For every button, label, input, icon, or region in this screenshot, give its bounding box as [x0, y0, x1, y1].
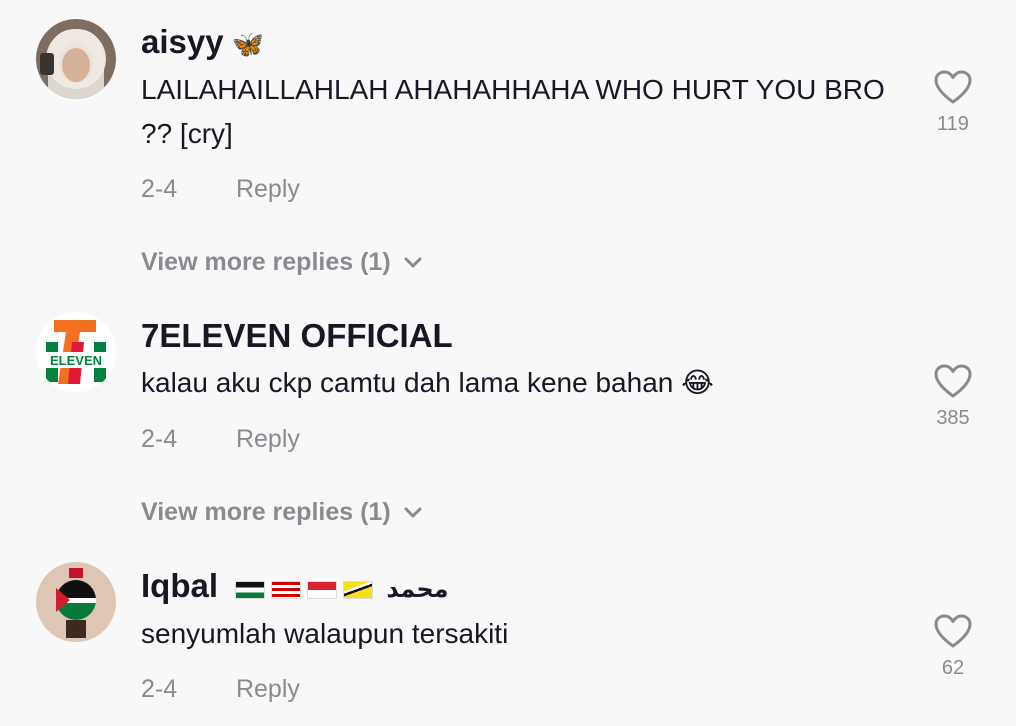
indonesia-flag-icon: [307, 581, 338, 600]
username-text: aisyy: [141, 23, 224, 60]
avatar[interactable]: [36, 562, 116, 642]
reply-button[interactable]: Reply: [236, 174, 300, 204]
brunei-flag-icon: [343, 581, 374, 600]
reply-button[interactable]: Reply: [236, 674, 300, 704]
palestine-flag-icon: [235, 581, 266, 600]
username[interactable]: 7ELEVEN OFFICIAL: [141, 316, 453, 356]
comment-text: kalau aku ckp camtu dah lama kene bahan …: [141, 367, 714, 398]
comment-date: 2-4: [141, 175, 178, 203]
comment-text: LAILAHAILLAHLAH AHAHAHHAHA WHO HURT YOU …: [141, 74, 885, 149]
view-more-replies-label: View more replies (1): [141, 248, 391, 276]
username[interactable]: aisyy 🦋: [141, 22, 264, 64]
malaysia-flag-icon: [271, 581, 302, 600]
username-suffix: محمد: [386, 576, 449, 603]
view-more-replies-button[interactable]: View more replies (1): [141, 247, 423, 277]
reply-button[interactable]: Reply: [236, 424, 300, 454]
username[interactable]: Iqbal محمد: [141, 566, 449, 610]
like-button[interactable]: 62: [930, 614, 976, 680]
comment-date: 2-4: [141, 675, 178, 703]
like-count: 62: [941, 657, 965, 679]
comment-meta: 2-4 Reply: [141, 674, 300, 704]
butterfly-emoji: 🦋: [231, 29, 264, 60]
username-text: Iqbal: [141, 567, 219, 604]
view-more-replies-button[interactable]: View more replies (1): [141, 497, 423, 527]
comment-text: senyumlah walaupun tersakiti: [141, 618, 509, 649]
heart-icon: [934, 70, 972, 104]
like-count: 119: [937, 113, 969, 135]
like-button[interactable]: 119: [930, 70, 976, 136]
comment-date: 2-4: [141, 425, 178, 453]
view-more-replies-label: View more replies (1): [141, 498, 391, 526]
flag-emojis: [235, 573, 386, 603]
comment-meta: 2-4 Reply: [141, 174, 300, 204]
like-button[interactable]: 385: [930, 364, 976, 430]
like-count: 385: [936, 407, 970, 429]
chevron-down-icon: [404, 257, 422, 268]
heart-icon: [934, 364, 972, 398]
chevron-down-icon: [404, 507, 422, 518]
heart-icon: [934, 614, 972, 648]
avatar-logo-text: ELEVEN: [50, 353, 102, 368]
avatar[interactable]: ELEVEN: [36, 312, 116, 392]
comment-meta: 2-4 Reply: [141, 424, 300, 454]
avatar[interactable]: [36, 19, 116, 99]
